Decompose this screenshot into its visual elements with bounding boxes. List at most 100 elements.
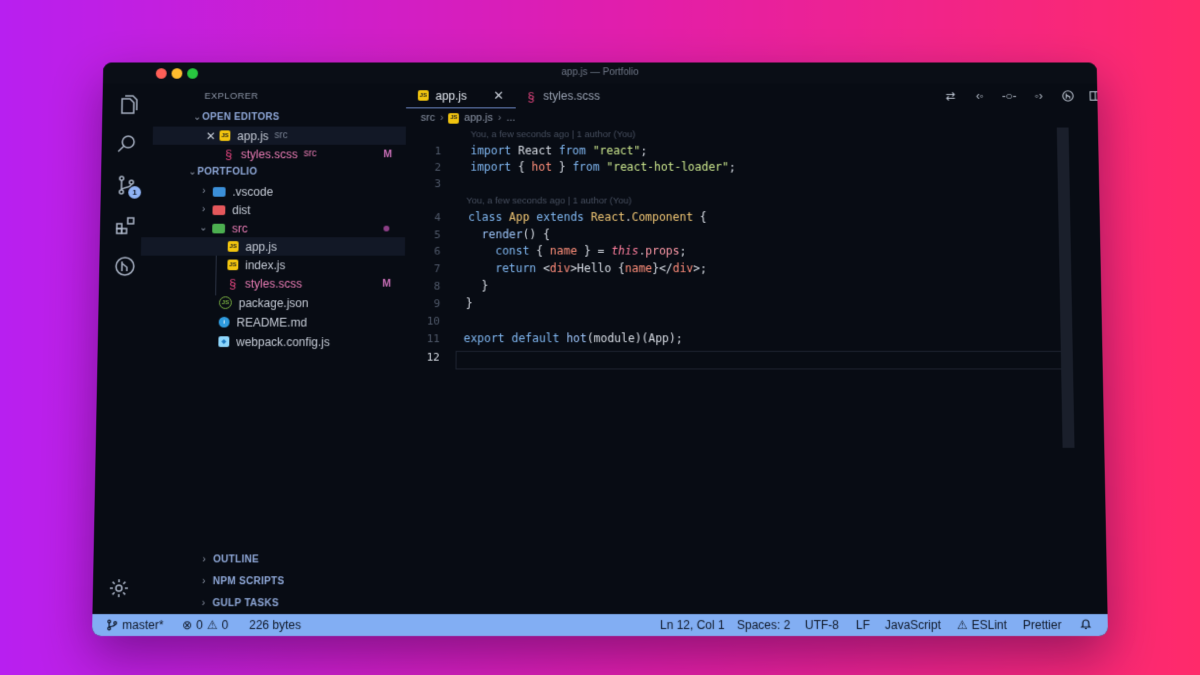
open-editor-name: styles.scss: [240, 147, 298, 161]
eslint-status[interactable]: ⚠ ESLint: [957, 618, 1007, 632]
tree-item-app-js[interactable]: JS app.js: [140, 237, 406, 256]
split-editor-icon[interactable]: [1086, 87, 1104, 104]
tab-label: app.js: [435, 88, 467, 103]
open-editor-hint: src: [303, 148, 317, 160]
search-activity[interactable]: [111, 128, 143, 159]
tree-item-label: dist: [232, 202, 251, 217]
tree-item-package-json[interactable]: JS package.json: [150, 293, 405, 311]
window-title: app.js — Portfolio: [561, 67, 639, 78]
prettier-status[interactable]: Prettier: [1023, 618, 1062, 632]
tree-item-readme[interactable]: i README.md: [149, 313, 404, 331]
section-label: OUTLINE: [213, 554, 260, 566]
npm-scripts-section[interactable]: › NPM SCRIPTS: [145, 572, 403, 591]
modified-badge: M: [383, 148, 393, 160]
src-folder-icon: [212, 223, 226, 233]
warning-icon: ⚠: [956, 618, 968, 633]
tree-item-styles-scss[interactable]: § styles.scss M: [150, 274, 405, 292]
language-mode[interactable]: JavaScript: [885, 618, 941, 632]
gulp-tasks-section[interactable]: › GULP TASKS: [144, 594, 402, 613]
modified-dot: [383, 225, 390, 231]
cursor-position[interactable]: Ln 12, Col 1: [660, 618, 725, 632]
breadcrumb: src › JS app.js › ...: [421, 110, 516, 125]
code-line: class App extends React.Component {: [468, 210, 707, 224]
problems-indicator[interactable]: ⊗ 0 ⚠ 0: [182, 618, 228, 632]
git-graph-activity[interactable]: [109, 251, 141, 282]
tab-app-js[interactable]: JS app.js ✕: [406, 83, 516, 109]
git-graph-icon: [113, 255, 137, 278]
activity-bar: 1: [92, 83, 154, 615]
open-editor-item[interactable]: § styles.scss src M: [152, 145, 405, 163]
close-icon[interactable]: ✕: [493, 88, 504, 103]
current-line-highlight: [455, 350, 1064, 370]
notifications-icon[interactable]: [1080, 618, 1092, 630]
section-label: GULP TASKS: [212, 598, 280, 610]
js-file-icon: JS: [448, 112, 460, 124]
chevron-down-icon: ⌄: [199, 222, 208, 234]
tab-label: styles.scss: [543, 89, 601, 103]
editor-scrollbar[interactable]: [1056, 127, 1075, 448]
chevron-right-icon: ›: [202, 554, 206, 566]
line-number: 2: [434, 161, 441, 174]
tab-styles-scss[interactable]: § styles.scss: [516, 83, 624, 108]
webpack-file-icon: ◆: [218, 336, 230, 347]
branch-indicator[interactable]: master*: [106, 618, 164, 632]
code-editor[interactable]: You, a few seconds ago | 1 author (You) …: [402, 127, 1108, 615]
info-file-icon: i: [218, 316, 230, 328]
breadcrumb-item[interactable]: app.js: [464, 112, 493, 123]
tree-item-label: styles.scss: [244, 276, 303, 291]
commit-icon[interactable]: -○-: [1000, 87, 1018, 104]
open-editor-name: app.js: [237, 128, 269, 143]
line-number: 11: [426, 332, 440, 346]
tree-item-vscode[interactable]: › .vscode: [152, 182, 406, 200]
open-editors-header[interactable]: ⌄ OPEN EDITORS: [153, 108, 406, 126]
breadcrumb-item[interactable]: src: [421, 112, 435, 123]
dist-folder-icon: [212, 204, 226, 215]
tree-item-index-js[interactable]: JS index.js: [150, 256, 405, 274]
line-number: 3: [434, 177, 441, 190]
line-number: 5: [433, 228, 441, 242]
next-change-icon[interactable]: ◦›: [1030, 87, 1048, 104]
line-ending[interactable]: LF: [856, 618, 870, 632]
status-bar: master* ⊗ 0 ⚠ 0 226 bytes Ln 12, Col 1 S…: [92, 614, 1108, 636]
title-bar: app.js — Portfolio: [102, 62, 1098, 84]
git-blame-annotation: You, a few seconds ago | 1 author (You): [470, 129, 636, 140]
js-file-icon: JS: [219, 130, 231, 141]
open-editor-item[interactable]: ✕ JS app.js src: [152, 126, 406, 145]
explorer-activity[interactable]: [112, 89, 144, 120]
sass-file-icon: §: [527, 88, 535, 104]
tree-item-label: webpack.config.js: [236, 334, 330, 349]
line-number: 7: [433, 262, 441, 276]
tree-item-src[interactable]: ⌄ src: [151, 219, 405, 237]
line-number: 6: [433, 245, 441, 258]
outline-section[interactable]: › OUTLINE: [145, 550, 402, 569]
line-number: 4: [434, 211, 441, 224]
line-number: 9: [433, 297, 441, 310]
portfolio-header[interactable]: ⌄ PORTFOLIO: [152, 163, 406, 181]
code-line: import { hot } from "react-hot-loader";: [470, 160, 736, 174]
tree-item-webpack[interactable]: ◆ webpack.config.js: [149, 332, 404, 351]
breadcrumb-item[interactable]: ...: [506, 112, 515, 123]
chevron-right-icon: ›: [497, 112, 502, 124]
git-lens-icon[interactable]: [1059, 87, 1077, 104]
eslint-label: ESLint: [971, 618, 1008, 633]
source-control-activity[interactable]: 1: [110, 170, 142, 201]
tree-item-label: app.js: [245, 239, 278, 254]
open-editor-hint: src: [274, 130, 288, 141]
search-icon: [115, 132, 139, 155]
chevron-right-icon: ›: [202, 186, 206, 197]
line-number: 12: [426, 350, 440, 364]
line-number: 8: [433, 279, 441, 293]
compare-changes-icon[interactable]: ⇄: [942, 87, 960, 104]
close-icon[interactable]: ✕: [206, 129, 216, 142]
chevron-right-icon: ›: [202, 576, 206, 588]
git-branch-icon: [107, 620, 118, 631]
explorer-title: EXPLORER: [204, 91, 259, 102]
extensions-activity[interactable]: [110, 210, 142, 241]
vscode-folder-icon: [212, 186, 226, 197]
code-line: }: [467, 278, 489, 293]
encoding[interactable]: UTF-8: [805, 618, 839, 632]
previous-change-icon[interactable]: ‹◦: [971, 87, 989, 104]
tree-item-dist[interactable]: › dist: [151, 201, 405, 219]
settings-activity[interactable]: [103, 572, 136, 604]
indentation[interactable]: Spaces: 2: [737, 618, 790, 632]
